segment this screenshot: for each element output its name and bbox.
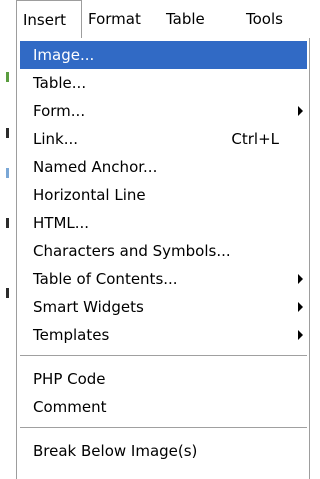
menu-item-break-below-images[interactable]: Break Below Image(s) — [20, 437, 307, 465]
menu-item-table-of-contents[interactable]: Table of Contents... — [20, 265, 307, 293]
menu-item-form[interactable]: Form... — [20, 97, 307, 125]
menu-item-label: Horizontal Line — [33, 186, 146, 204]
menu-item-templates[interactable]: Templates — [20, 321, 307, 349]
menu-item-label: Table of Contents... — [33, 270, 178, 288]
menu-item-characters-and-symbols[interactable]: Characters and Symbols... — [20, 237, 307, 265]
menu-item-smart-widgets[interactable]: Smart Widgets — [20, 293, 307, 321]
menu-item-label: Smart Widgets — [33, 298, 144, 316]
menu-item-label: Characters and Symbols... — [33, 242, 231, 260]
menu-item-table[interactable]: Table... — [20, 69, 307, 97]
menu-item-named-anchor[interactable]: Named Anchor... — [20, 153, 307, 181]
edge-mark — [6, 218, 9, 228]
menu-item-label: HTML... — [33, 214, 90, 232]
menu-item-image[interactable]: Image... — [20, 41, 307, 69]
menubar-tools[interactable]: Tools — [240, 0, 289, 38]
menu-item-label: Templates — [33, 326, 110, 344]
menu-item-label: Image... — [33, 46, 95, 64]
edge-mark — [6, 72, 9, 82]
menu-item-link[interactable]: Link... Ctrl+L — [20, 125, 307, 153]
menubar-format[interactable]: Format — [82, 0, 147, 38]
menu-item-label: Form... — [33, 102, 86, 120]
menu-item-label: Break Below Image(s) — [33, 442, 198, 460]
menu-item-label: Link... — [33, 130, 79, 148]
submenu-arrow-icon — [298, 274, 303, 284]
menu-item-html[interactable]: HTML... — [20, 209, 307, 237]
menu-item-horizontal-line[interactable]: Horizontal Line — [20, 181, 307, 209]
menu-item-php-code[interactable]: PHP Code — [20, 365, 307, 393]
menubar: Insert Format Table Tools — [0, 0, 310, 38]
menu-item-label: Comment — [33, 398, 107, 416]
menu-item-comment[interactable]: Comment — [20, 393, 307, 421]
submenu-arrow-icon — [298, 106, 303, 116]
edge-mark — [6, 288, 9, 298]
shortcut-label: Ctrl+L — [231, 130, 279, 148]
edge-mark — [6, 168, 9, 178]
background-window-edge — [0, 38, 16, 479]
menubar-table[interactable]: Table — [160, 0, 211, 38]
submenu-arrow-icon — [298, 330, 303, 340]
menu-item-label: PHP Code — [33, 370, 106, 388]
menu-separator — [20, 355, 307, 357]
edge-mark — [6, 128, 9, 138]
menu-item-label: Table... — [33, 74, 87, 92]
menubar-insert[interactable]: Insert — [16, 0, 82, 38]
menu-item-label: Named Anchor... — [33, 158, 158, 176]
submenu-arrow-icon — [298, 302, 303, 312]
insert-menu-dropdown: Image... Table... Form... Link... Ctrl+L… — [16, 38, 310, 479]
menu-separator — [20, 427, 307, 429]
